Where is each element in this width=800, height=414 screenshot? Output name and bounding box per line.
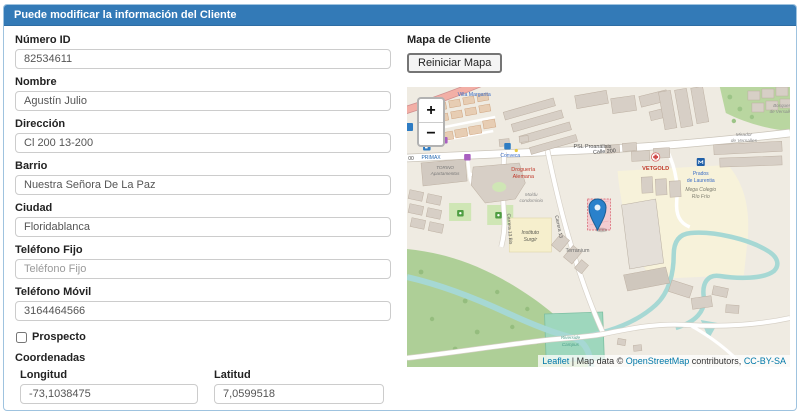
panel-body: Número ID Nombre Dirección Barrio Ciudad…	[4, 26, 796, 411]
latitud-label: Latitud	[214, 369, 384, 381]
transit-station-icon	[697, 158, 705, 166]
direccion-input[interactable]	[15, 133, 391, 153]
client-edit-panel: Puede modificar la información del Clien…	[3, 4, 797, 411]
map-label-riverside-1: Riverside	[561, 335, 581, 340]
map-canvas: Villa Margarita PSL Proanálisis PRIMAX C…	[407, 87, 790, 367]
map-label-moldu-1: Moldu	[525, 192, 538, 197]
map-zoom-control: + −	[417, 97, 445, 147]
map-label-prados-1: Prados	[693, 171, 709, 177]
map-label-villa-margarita: Villa Margarita	[458, 92, 491, 98]
map-label-moldu-2: condominio	[520, 198, 544, 203]
map-label-riverside-2: Campus	[562, 342, 580, 347]
map-label-primax: PRIMAX	[421, 155, 441, 161]
map-label-torino-2: Apartamentos	[430, 171, 460, 176]
map-label-drogueria-1: Droguería	[511, 167, 535, 173]
map[interactable]: Villa Margarita PSL Proanálisis PRIMAX C…	[407, 87, 790, 367]
map-label-instituto-1: Instituto	[522, 230, 540, 236]
nombre-label: Nombre	[15, 76, 391, 88]
coordenadas-title: Coordenadas	[15, 352, 391, 364]
map-label-mirador-1: Mirador	[736, 132, 753, 138]
longitud-label: Longitud	[20, 369, 198, 381]
reiniciar-mapa-button[interactable]: Reiniciar Mapa	[407, 53, 502, 73]
map-label-mega-2: Río Frío	[692, 194, 710, 200]
map-label-instituto-2: Surgir	[524, 237, 538, 243]
telefono-movil-input[interactable]	[15, 301, 391, 321]
map-label-mega-1: Mega Colegio	[685, 187, 716, 193]
numero-id-input[interactable]	[15, 49, 391, 69]
map-section-title: Mapa de Cliente	[407, 34, 785, 46]
barrio-input[interactable]	[15, 175, 391, 195]
map-section: Mapa de Cliente Reiniciar Mapa	[407, 34, 785, 411]
barrio-label: Barrio	[15, 160, 391, 172]
openstreetmap-link[interactable]: OpenStreetMap	[626, 356, 690, 366]
prospecto-label: Prospecto	[32, 331, 86, 343]
license-link[interactable]: CC-BY-SA	[744, 356, 786, 366]
nombre-input[interactable]	[15, 91, 391, 111]
telefono-fijo-label: Teléfono Fijo	[15, 244, 391, 256]
panel-title: Puede modificar la información del Clien…	[14, 9, 237, 21]
telefono-movil-label: Teléfono Móvil	[15, 286, 391, 298]
zoom-out-button[interactable]: −	[419, 122, 443, 145]
attribution-text: | Map data ©	[569, 356, 626, 366]
map-label-bosques-1: Bosques	[773, 103, 790, 108]
zoom-in-button[interactable]: +	[419, 99, 443, 122]
map-label-prados-2: de Laurentia	[687, 178, 715, 184]
panel-header: Puede modificar la información del Clien…	[4, 5, 796, 26]
ciudad-input[interactable]	[15, 217, 391, 237]
client-form: Número ID Nombre Dirección Barrio Ciudad…	[15, 34, 391, 411]
map-label-terranium: Terranium	[565, 248, 590, 254]
map-label-mirador-2: de Versalles	[731, 138, 758, 144]
prospecto-checkbox[interactable]	[16, 332, 27, 343]
leaflet-link[interactable]: Leaflet	[542, 356, 569, 366]
numero-id-label: Número ID	[15, 34, 391, 46]
longitud-input[interactable]	[20, 384, 198, 404]
map-label-drogueria-2: Alemana	[513, 174, 534, 180]
map-label-calle-200-left: 00	[408, 156, 414, 162]
map-attribution: Leaflet | Map data © OpenStreetMap contr…	[538, 355, 790, 367]
map-label-vetgold: VETGOLD	[642, 166, 669, 172]
map-label-conveca: Conveca	[500, 153, 520, 159]
map-label-bosques-2: de Versalles	[770, 109, 790, 114]
pharmacy-cross-icon	[651, 153, 659, 161]
telefono-fijo-input[interactable]	[15, 259, 391, 279]
attribution-contributors: contributors,	[689, 356, 744, 366]
direccion-label: Dirección	[15, 118, 391, 130]
parking-icon	[407, 123, 413, 131]
latitud-input[interactable]	[214, 384, 384, 404]
map-label-torino-1: TORINO	[436, 165, 454, 170]
ciudad-label: Ciudad	[15, 202, 391, 214]
shop-icon-2	[464, 154, 471, 161]
